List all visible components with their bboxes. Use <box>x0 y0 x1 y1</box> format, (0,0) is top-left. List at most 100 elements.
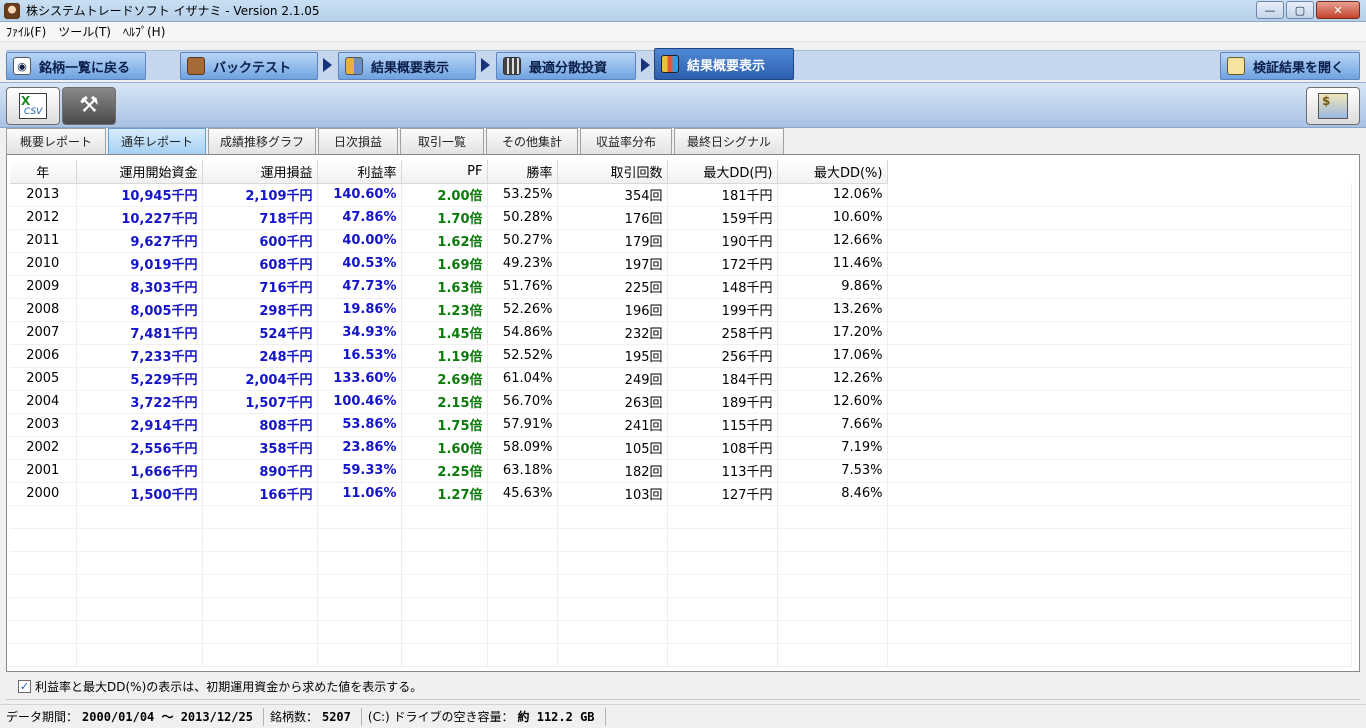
table-row[interactable]: 2001 1,666千円 890千円 59.33% 2.25倍 63.18% 182回 113… <box>10 459 1352 483</box>
backtest-button[interactable]: バックテスト <box>180 52 318 80</box>
cell-trade-count: 182回 <box>557 459 668 483</box>
table-row[interactable]: 2009 8,303千円 716千円 47.73% 1.63倍 51.76% 225回 148… <box>10 275 1352 299</box>
close-button[interactable]: ✕ <box>1316 1 1360 19</box>
tab-overview-report[interactable]: 概要レポート <box>6 128 106 154</box>
tab-other-stats[interactable]: その他集計 <box>486 128 578 154</box>
minimize-button[interactable]: — <box>1256 1 1284 19</box>
empty-cell <box>401 505 488 529</box>
cell-max-dd-yen: 115千円 <box>667 413 778 437</box>
cell-win-rate: 45.63% <box>487 482 558 506</box>
col-header-return[interactable]: 利益率 <box>317 160 402 184</box>
status-bar: データ期間： 2000/01/04 〜 2013/12/25 銘柄数： 5207 (… <box>0 704 1366 728</box>
title-bar: 株システムトレードソフト イザナミ - Version 2.1.05 — ▢ ✕ <box>0 0 1366 22</box>
table-row[interactable]: 2011 9,627千円 600千円 40.00% 1.62倍 50.27% 179回 190… <box>10 229 1352 253</box>
summary-button-1[interactable]: 結果概要表示 <box>338 52 476 80</box>
table-row[interactable]: 2002 2,556千円 358千円 23.86% 1.60倍 58.09% 105回 108… <box>10 436 1352 460</box>
col-header-start-capital[interactable]: 運用開始資金 <box>76 160 203 184</box>
summary-button-2[interactable]: 結果概要表示 <box>654 48 794 80</box>
initial-capital-basis-checkbox[interactable]: ✓ <box>18 680 31 693</box>
cell-trade-count: 232回 <box>557 321 668 345</box>
col-header-pnl[interactable]: 運用損益 <box>202 160 318 184</box>
back-to-list-button[interactable]: ◉ 銘柄一覧に戻る <box>6 52 146 80</box>
cell-return: 34.93% <box>317 321 402 345</box>
cell-filler <box>887 298 1352 322</box>
empty-cell <box>401 551 488 575</box>
cell-trade-count: 225回 <box>557 275 668 299</box>
table-row[interactable]: 2000 1,500千円 166千円 11.06% 1.27倍 45.63% 103回 127… <box>10 482 1352 506</box>
tab-performance-graph[interactable]: 成績推移グラフ <box>208 128 316 154</box>
csv-export-button[interactable]: X CSV <box>6 87 60 125</box>
annual-report-table-area: 年 運用開始資金 運用損益 利益率 PF 勝率 取引回数 最大DD(円) 最大D… <box>6 154 1360 672</box>
cell-pf: 2.00倍 <box>401 183 488 207</box>
col-header-max-dd-pct[interactable]: 最大DD(%) <box>777 160 888 184</box>
empty-cell <box>557 597 668 621</box>
cell-filler <box>887 367 1352 391</box>
cell-pnl: 600千円 <box>202 229 318 253</box>
table-row[interactable]: 2004 3,722千円 1,507千円 100.46% 2.15倍 56.70% 263回… <box>10 390 1352 414</box>
table-row[interactable]: 2013 10,945千円 2,109千円 140.60% 2.00倍 53.25% 354… <box>10 183 1352 207</box>
empty-cell <box>76 574 203 598</box>
cell-max-dd-yen: 258千円 <box>667 321 778 345</box>
table-row[interactable]: 2003 2,914千円 808千円 53.86% 1.75倍 57.91% 241回 115… <box>10 413 1352 437</box>
cell-max-dd-yen: 113千円 <box>667 459 778 483</box>
menu-file[interactable]: ﾌｧｲﾙ(F) <box>0 23 52 40</box>
empty-row <box>10 574 1352 598</box>
cell-pnl: 2,109千円 <box>202 183 318 207</box>
menu-help[interactable]: ﾍﾙﾌﾟ(H) <box>117 23 171 40</box>
cell-max-dd-pct: 12.26% <box>777 367 888 391</box>
tab-return-distribution[interactable]: 収益率分布 <box>580 128 672 154</box>
empty-cell <box>777 551 888 575</box>
optimize-button[interactable]: 最適分散投資 <box>496 52 636 80</box>
cell-filler <box>887 206 1352 230</box>
col-header-year[interactable]: 年 <box>10 160 77 184</box>
cell-trade-count: 195回 <box>557 344 668 368</box>
open-results-button[interactable]: 検証結果を開く <box>1220 52 1360 80</box>
empty-cell <box>317 551 402 575</box>
cell-max-dd-pct: 7.19% <box>777 436 888 460</box>
cell-return: 47.86% <box>317 206 402 230</box>
table-row[interactable]: 2012 10,227千円 718千円 47.86% 1.70倍 50.28% 176回 15… <box>10 206 1352 230</box>
csv-file-icon: X CSV <box>19 93 47 119</box>
settings-tools-button[interactable]: ⚒ <box>62 87 116 125</box>
tab-final-day-signal[interactable]: 最終日シグナル <box>674 128 784 154</box>
window-controls: — ▢ ✕ <box>1256 1 1360 19</box>
cell-win-rate: 63.18% <box>487 459 558 483</box>
empty-cell <box>487 574 558 598</box>
cell-pnl: 718千円 <box>202 206 318 230</box>
arrow-icon <box>323 58 332 72</box>
tab-annual-report[interactable]: 通年レポート <box>108 128 206 154</box>
price-chart-button[interactable]: $ <box>1306 87 1360 125</box>
cell-filler <box>887 252 1352 276</box>
menu-tools[interactable]: ツール(T) <box>52 23 117 40</box>
empty-cell <box>317 574 402 598</box>
col-header-trade-count[interactable]: 取引回数 <box>557 160 668 184</box>
tab-trade-list[interactable]: 取引一覧 <box>400 128 484 154</box>
empty-cell <box>487 551 558 575</box>
table-row[interactable]: 2010 9,019千円 608千円 40.53% 1.69倍 49.23% 197回 172… <box>10 252 1352 276</box>
maximize-button[interactable]: ▢ <box>1286 1 1314 19</box>
cell-pnl: 716千円 <box>202 275 318 299</box>
cell-max-dd-pct: 12.66% <box>777 229 888 253</box>
empty-cell <box>557 643 668 667</box>
table-row[interactable]: 2007 7,481千円 524千円 34.93% 1.45倍 54.86% 232回 258… <box>10 321 1352 345</box>
col-header-pf[interactable]: PF <box>401 160 488 184</box>
table-row[interactable]: 2006 7,233千円 248千円 16.53% 1.19倍 52.52% 195回 256… <box>10 344 1352 368</box>
empty-cell <box>777 620 888 644</box>
cell-max-dd-yen: 172千円 <box>667 252 778 276</box>
cell-max-dd-pct: 17.20% <box>777 321 888 345</box>
cell-win-rate: 50.28% <box>487 206 558 230</box>
eye-icon: ◉ <box>13 57 31 75</box>
cell-filler <box>887 436 1352 460</box>
empty-cell <box>887 643 1352 667</box>
cell-start-capital: 2,556千円 <box>76 436 203 460</box>
col-header-win-rate[interactable]: 勝率 <box>487 160 558 184</box>
cell-trade-count: 263回 <box>557 390 668 414</box>
table-row[interactable]: 2005 5,229千円 2,004千円 133.60% 2.69倍 61.04% 249回… <box>10 367 1352 391</box>
cell-trade-count: 249回 <box>557 367 668 391</box>
col-header-max-dd-yen[interactable]: 最大DD(円) <box>667 160 778 184</box>
tab-daily-pnl[interactable]: 日次損益 <box>318 128 398 154</box>
cell-start-capital: 7,233千円 <box>76 344 203 368</box>
empty-cell <box>401 597 488 621</box>
cell-start-capital: 9,627千円 <box>76 229 203 253</box>
table-row[interactable]: 2008 8,005千円 298千円 19.86% 1.23倍 52.26% 196回 199… <box>10 298 1352 322</box>
